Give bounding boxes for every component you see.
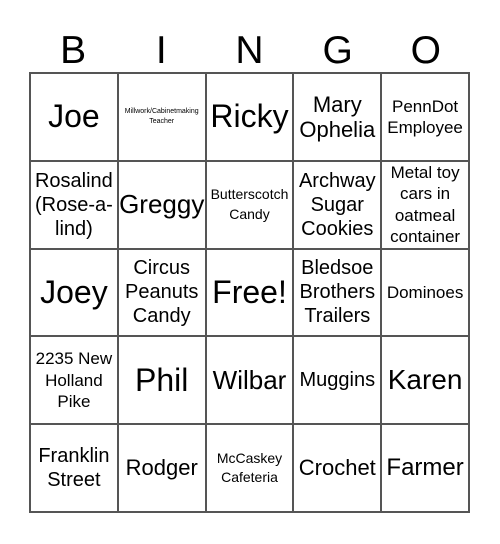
bingo-cell[interactable]: Ricky — [205, 73, 294, 161]
bingo-cell[interactable]: Muggins — [293, 336, 382, 425]
cell-text: Rodger — [125, 455, 198, 481]
cell-text: Crochet — [298, 455, 376, 481]
header-letter-o: O — [410, 29, 442, 72]
bingo-cell[interactable]: Rosalind (Rose-a-lind) — [30, 160, 118, 249]
bingo-cell[interactable]: Dominoes — [381, 248, 469, 337]
cell-text: Wilbar — [212, 364, 287, 395]
bingo-cell[interactable]: Rodger — [117, 424, 206, 512]
cell-text: Circus Peanuts Candy — [125, 257, 199, 328]
bingo-header: B I N G O — [29, 22, 470, 72]
cell-text: Rosalind (Rose-a-lind) — [34, 169, 113, 240]
bingo-cell[interactable]: Greggy — [117, 160, 206, 249]
cell-text: Butterscotch Candy — [210, 186, 289, 222]
bingo-cell[interactable]: Crochet — [293, 424, 382, 512]
cell-text: 2235 New Holland Pike — [35, 349, 113, 411]
bingo-cell[interactable]: Karen — [381, 336, 469, 425]
bingo-cell[interactable]: Phil — [117, 336, 206, 425]
bingo-cell[interactable]: Joe — [30, 73, 118, 161]
bingo-cell[interactable]: Archway Sugar Cookies — [293, 160, 382, 249]
free-space-cell[interactable]: Free! — [205, 248, 294, 337]
cell-text: Archway Sugar Cookies — [298, 169, 376, 240]
bingo-cell[interactable]: Farmer — [381, 424, 469, 512]
cell-text: Greggy — [119, 189, 205, 220]
bingo-cell[interactable]: 2235 New Holland Pike — [30, 336, 118, 425]
bingo-cell[interactable]: Metal toy cars in oatmeal container — [381, 160, 469, 249]
header-letter-g: G — [322, 29, 353, 72]
bingo-cell[interactable]: PennDot Employee — [381, 73, 469, 161]
cell-text: PennDot Employee — [387, 96, 463, 137]
cell-text: Farmer — [386, 454, 464, 482]
cell-text: Bledsoe Brothers Trailers — [299, 257, 376, 328]
cell-text: Millwork/Cabinetmaking Teacher — [124, 108, 199, 125]
cell-text: Metal toy cars in oatmeal container — [390, 163, 461, 246]
cell-text: Franklin Street — [38, 445, 110, 492]
cell-text: Ricky — [210, 98, 289, 135]
bingo-cell[interactable]: Franklin Street — [30, 424, 118, 512]
bingo-cell[interactable]: Millwork/Cabinetmaking Teacher — [117, 73, 206, 161]
cell-text: Joe — [48, 98, 100, 135]
header-letter-n: N — [235, 29, 264, 72]
bingo-card-grid: Joe Millwork/Cabinetmaking Teacher Ricky… — [29, 72, 470, 513]
free-space-text: Free! — [212, 273, 287, 310]
header-letter-i: I — [155, 29, 167, 72]
bingo-cell[interactable]: Wilbar — [205, 336, 294, 425]
bingo-cell[interactable]: Joey — [30, 248, 118, 337]
cell-text: Muggins — [299, 369, 376, 392]
bingo-cell[interactable]: Circus Peanuts Candy — [117, 248, 206, 337]
bingo-cell[interactable]: Mary Ophelia — [293, 73, 382, 161]
cell-text: McCaskey Cafeteria — [216, 449, 283, 486]
cell-text: Joey — [40, 273, 108, 310]
cell-text: Phil — [135, 361, 189, 398]
cell-text: Mary Ophelia — [299, 91, 376, 142]
bingo-cell[interactable]: Bledsoe Brothers Trailers — [293, 248, 382, 337]
bingo-cell[interactable]: McCaskey Cafeteria — [205, 424, 294, 512]
header-letter-b: B — [60, 29, 87, 72]
cell-text: Karen — [387, 363, 463, 395]
cell-text: Dominoes — [386, 282, 464, 302]
bingo-cell[interactable]: Butterscotch Candy — [205, 160, 294, 249]
